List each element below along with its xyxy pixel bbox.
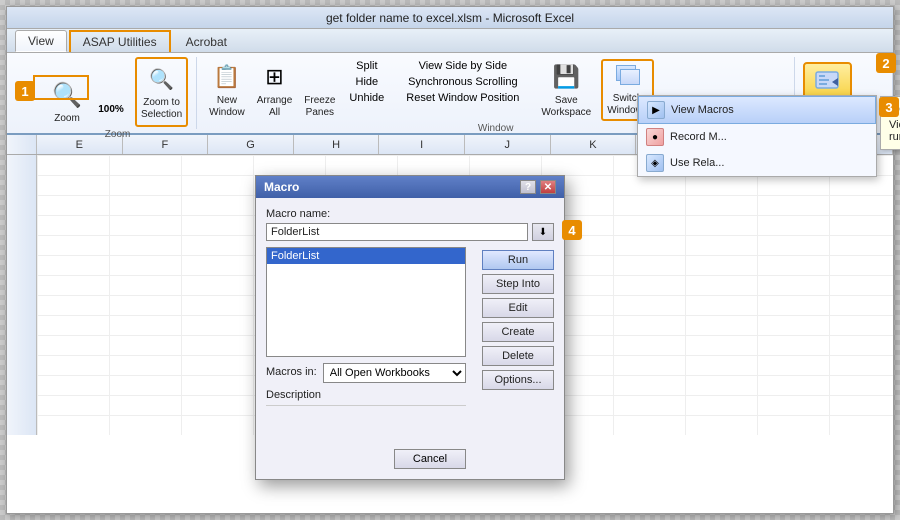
col-header-h: H <box>294 135 380 154</box>
record-macro-icon: ● <box>646 128 664 146</box>
save-workspace-label: SaveWorkspace <box>541 95 591 119</box>
use-relative-icon: ◈ <box>646 154 664 172</box>
cancel-button[interactable]: Cancel <box>394 449 466 469</box>
macro-name-collapse-button[interactable]: ⬇ <box>532 223 554 241</box>
zoom-icon: 🔍 <box>51 79 83 111</box>
dialog-help-button[interactable]: ? <box>520 180 536 194</box>
run-button[interactable]: Run <box>482 250 554 270</box>
zoom-100-button[interactable]: 100% <box>91 91 131 127</box>
zoom-selection-label: Zoom toSelection <box>141 97 182 121</box>
tab-view[interactable]: View <box>15 30 67 52</box>
step-1-label: 1 <box>15 81 35 101</box>
new-window-button[interactable]: 📋 NewWindow <box>205 59 249 121</box>
arrange-all-label: ArrangeAll <box>257 95 293 119</box>
unhide-label: Unhide <box>349 92 384 104</box>
zoom-100-icon: 100% <box>95 93 127 125</box>
save-workspace-icon: 💾 <box>550 61 582 93</box>
tooltip-text: View the list of ma you can run, create <box>889 119 900 143</box>
new-window-label: NewWindow <box>209 95 245 119</box>
macros-in-label: Macros in: <box>266 366 317 378</box>
col-header-i: I <box>379 135 465 154</box>
view-side-label: View Side by Side <box>419 60 507 72</box>
split-button[interactable]: Split <box>345 59 388 73</box>
edit-button[interactable]: Edit <box>482 298 554 318</box>
dialog-title-controls: ? ✕ <box>520 180 556 194</box>
macro-name-label: Macro name: <box>266 208 554 220</box>
description-label: Description <box>266 389 554 401</box>
col-header-f: F <box>123 135 209 154</box>
switch-windows-icon <box>614 63 642 91</box>
zoom-group-label: Zoom <box>105 129 131 140</box>
hide-label: Hide <box>356 76 379 88</box>
col-header-k: K <box>551 135 637 154</box>
zoom-label: Zoom <box>54 113 80 125</box>
delete-button[interactable]: Delete <box>482 346 554 366</box>
macros-dropdown: ▶ View Macros 3 ● Record M... ◈ Use Rela… <box>637 95 877 177</box>
options-button[interactable]: Options... <box>482 370 554 390</box>
use-relative-item[interactable]: ◈ Use Rela... <box>638 150 876 176</box>
macros-in-row: Macros in: All Open Workbooks <box>266 363 466 383</box>
dialog-title-bar: Macro ? ✕ <box>256 176 564 198</box>
macro-name-input[interactable] <box>266 223 528 241</box>
ribbon-tabs: View ASAP Utilities Acrobat <box>7 29 893 53</box>
record-macro-label: Record M... <box>670 131 868 143</box>
save-workspace-button[interactable]: 💾 SaveWorkspace <box>537 59 595 121</box>
step-2-label: 2 <box>876 53 896 73</box>
zoom-to-selection-button[interactable]: 🔍 Zoom toSelection <box>135 57 188 127</box>
step-into-button[interactable]: Step Into <box>482 274 554 294</box>
tab-asap-utilities[interactable]: ASAP Utilities <box>69 30 171 52</box>
window-title: get folder name to excel.xlsm - Microsof… <box>326 11 574 25</box>
view-macros-label: View Macros <box>671 104 861 116</box>
new-window-icon: 📋 <box>211 61 243 93</box>
zoom-selection-icon: 🔍 <box>146 63 178 95</box>
macro-dialog[interactable]: Macro ? ✕ Macro name: ⬇ <box>255 175 565 480</box>
zoom-group-items: 🔍 Zoom 100% 🔍 Zoom toSelection <box>47 57 188 127</box>
tab-acrobat[interactable]: Acrobat <box>173 31 240 52</box>
tab-asap-label: ASAP Utilities <box>83 35 157 49</box>
reset-window-label: Reset Window Position <box>406 92 519 104</box>
macro-action-buttons: Run Step Into Edit Create Delete Options… <box>482 250 554 390</box>
row-headers <box>7 155 37 435</box>
hide-button[interactable]: Hide <box>345 75 388 89</box>
freeze-panes-label: FreezePanes <box>304 95 335 119</box>
dialog-body: Macro name: ⬇ Run Step Into Edit Create … <box>256 198 564 479</box>
ribbon-group-zoom: 🔍 Zoom 100% 🔍 Zoom toSelection Zoom <box>7 57 197 129</box>
record-macro-item[interactable]: ● Record M... <box>638 124 876 150</box>
zoom-button[interactable]: 🔍 Zoom <box>47 77 87 127</box>
create-button[interactable]: Create <box>482 322 554 342</box>
freeze-panes-icon <box>306 65 334 93</box>
view-macros-icon: ▶ <box>647 101 665 119</box>
unhide-button[interactable]: Unhide <box>345 91 388 105</box>
macro-name-row: ⬇ <box>266 223 554 241</box>
row-header-corner <box>7 135 37 154</box>
split-label: Split <box>356 60 377 72</box>
macro-item-label: FolderList <box>271 250 319 262</box>
macros-in-select[interactable]: All Open Workbooks <box>323 363 466 383</box>
macro-list-item-folderlist[interactable]: FolderList <box>267 248 465 264</box>
view-side-by-side-button[interactable]: View Side by Side <box>402 59 523 73</box>
macro-list[interactable]: FolderList <box>266 247 466 357</box>
arrange-all-icon: ⊞ <box>259 61 291 93</box>
arrange-all-button[interactable]: ⊞ ArrangeAll <box>253 59 297 121</box>
dialog-close-button[interactable]: ✕ <box>540 180 556 194</box>
macros-icon <box>812 66 844 98</box>
freeze-panes-button[interactable]: FreezePanes <box>300 59 339 121</box>
step-3-label: 3 <box>879 97 899 117</box>
col-header-g: G <box>208 135 294 154</box>
cancel-row: Cancel <box>266 445 466 469</box>
dialog-title: Macro <box>264 180 299 194</box>
col-header-j: J <box>465 135 551 154</box>
use-relative-label: Use Rela... <box>670 157 868 169</box>
reset-window-position-button[interactable]: Reset Window Position <box>402 91 523 105</box>
title-bar: get folder name to excel.xlsm - Microsof… <box>7 7 893 29</box>
step-4-label: 4 <box>562 220 582 240</box>
sync-scroll-label: Synchronous Scrolling <box>408 76 517 88</box>
view-macros-item[interactable]: ▶ View Macros 3 <box>638 96 876 124</box>
synchronous-scrolling-button[interactable]: Synchronous Scrolling <box>402 75 523 89</box>
window-group-label: Window <box>478 123 514 134</box>
